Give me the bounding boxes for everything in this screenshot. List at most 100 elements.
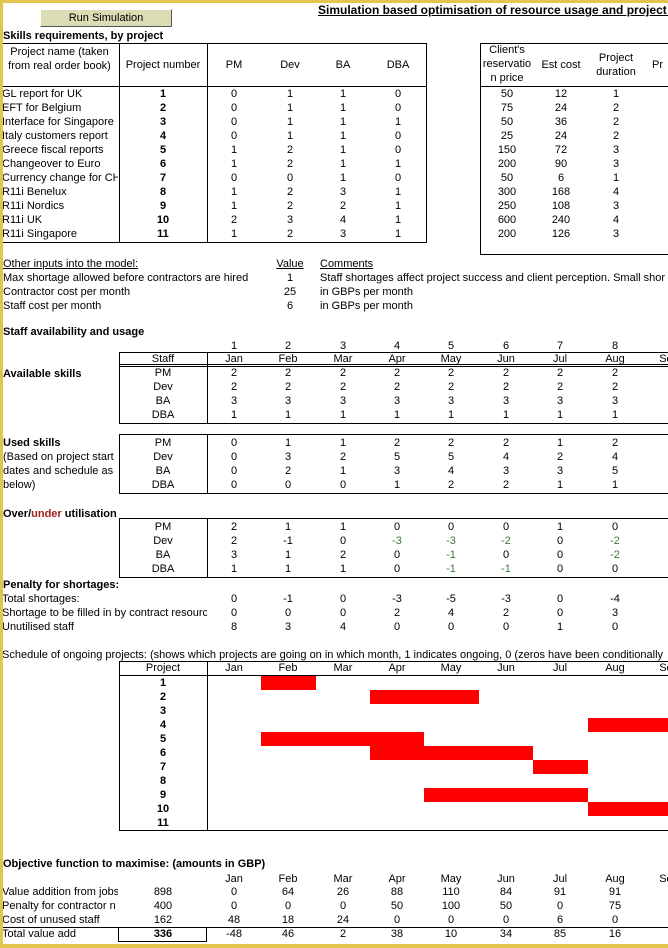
cell-value[interactable]: -1	[424, 562, 478, 576]
cell-value[interactable]: 3	[479, 464, 533, 478]
staff-type[interactable]: PM	[119, 520, 207, 534]
objective-value[interactable]: 110	[424, 885, 478, 899]
cell-value[interactable]: 1	[533, 520, 587, 534]
skill-ba[interactable]: 2	[318, 199, 368, 213]
cell-value[interactable]: 2	[588, 436, 642, 450]
objective-value[interactable]: 26	[316, 885, 370, 899]
cell-value[interactable]: -1	[424, 548, 478, 562]
staff-type[interactable]: BA	[119, 548, 207, 562]
project-duration[interactable]: 2	[588, 101, 644, 115]
cell-value[interactable]: 0	[207, 478, 261, 492]
cell-value[interactable]: 0	[533, 548, 587, 562]
cell-value[interactable]: 1	[588, 478, 642, 492]
staff-type[interactable]: BA	[119, 394, 207, 408]
objective-value[interactable]: 64	[261, 885, 315, 899]
cell-value[interactable]: 3	[261, 394, 315, 408]
project-name[interactable]: R11i Singapore	[2, 227, 118, 241]
est-cost[interactable]: 72	[534, 143, 588, 157]
skill-pm[interactable]: 2	[209, 213, 259, 227]
project-number[interactable]: 6	[119, 157, 207, 171]
project-number[interactable]: 3	[119, 115, 207, 129]
objective-value[interactable]: 18	[261, 913, 315, 927]
staff-type[interactable]: DBA	[119, 478, 207, 492]
objective-value[interactable]: 48	[207, 913, 261, 927]
cell-value[interactable]: 2	[479, 366, 533, 380]
reservation-price[interactable]: 150	[480, 143, 534, 157]
project-name[interactable]: EFT for Belgium	[2, 101, 118, 115]
project-duration[interactable]: 2	[588, 115, 644, 129]
objective-total[interactable]: 898	[119, 885, 207, 899]
schedule-project-number[interactable]: 2	[119, 690, 207, 704]
est-cost[interactable]: 24	[534, 101, 588, 115]
project-duration[interactable]: 1	[588, 171, 644, 185]
cell-value[interactable]: 2	[424, 436, 478, 450]
skill-pm[interactable]: 1	[209, 185, 259, 199]
skill-dev[interactable]: 2	[265, 227, 315, 241]
cell-value[interactable]: -1	[479, 562, 533, 576]
objective-value[interactable]: 0	[261, 899, 315, 913]
cell-value[interactable]: 0	[370, 548, 424, 562]
project-name[interactable]: R11i Benelux	[2, 185, 118, 199]
skill-dev[interactable]: 1	[265, 115, 315, 129]
staff-type[interactable]: BA	[119, 464, 207, 478]
skill-dba[interactable]: 1	[373, 157, 423, 171]
penalty-value[interactable]: 2	[479, 606, 533, 620]
cell-value[interactable]: 2	[424, 366, 478, 380]
cell-value[interactable]: 2	[533, 366, 587, 380]
schedule-project-number[interactable]: 3	[119, 704, 207, 718]
objective-value[interactable]: 50	[370, 899, 424, 913]
cell-value[interactable]: -1	[261, 534, 315, 548]
staff-type[interactable]: Dev	[119, 380, 207, 394]
project-number[interactable]: 1	[119, 87, 207, 101]
project-number[interactable]: 5	[119, 143, 207, 157]
cell-value[interactable]: 2	[533, 450, 587, 464]
objective-total[interactable]: 162	[119, 913, 207, 927]
month-number[interactable]: 8	[588, 339, 642, 353]
cell-value[interactable]: 4	[588, 450, 642, 464]
cell-value[interactable]: 2	[588, 380, 642, 394]
cell-value[interactable]: 0	[588, 562, 642, 576]
skill-dev[interactable]: 2	[265, 143, 315, 157]
objective-value[interactable]: 0	[588, 913, 642, 927]
staff-type[interactable]: PM	[119, 366, 207, 380]
month-number[interactable]: 4	[370, 339, 424, 353]
skill-dev[interactable]: 2	[265, 157, 315, 171]
input-comment[interactable]: in GBPs per month	[320, 285, 668, 299]
objective-value[interactable]: 16	[588, 927, 642, 941]
est-cost[interactable]: 36	[534, 115, 588, 129]
est-cost[interactable]: 240	[534, 213, 588, 227]
est-cost[interactable]: 126	[534, 227, 588, 241]
cell-value[interactable]: 1	[533, 478, 587, 492]
cell-value[interactable]: 3	[261, 450, 315, 464]
cell-value[interactable]: 2	[207, 520, 261, 534]
cell-value[interactable]: 1	[261, 548, 315, 562]
skill-pm[interactable]: 1	[209, 143, 259, 157]
reservation-price[interactable]: 25	[480, 129, 534, 143]
schedule-project-number[interactable]: 4	[119, 718, 207, 732]
skill-ba[interactable]: 1	[318, 143, 368, 157]
cell-value[interactable]: 4	[479, 450, 533, 464]
penalty-value[interactable]: 0	[588, 620, 642, 634]
skill-dba[interactable]: 0	[373, 101, 423, 115]
cell-value[interactable]: 4	[424, 464, 478, 478]
reservation-price[interactable]: 50	[480, 87, 534, 101]
cell-value[interactable]: 3	[207, 394, 261, 408]
skill-ba[interactable]: 1	[318, 101, 368, 115]
project-duration[interactable]: 3	[588, 199, 644, 213]
cell-value[interactable]: 1	[207, 562, 261, 576]
skill-dba[interactable]: 0	[373, 87, 423, 101]
skill-dba[interactable]: 1	[373, 199, 423, 213]
cell-value[interactable]: 2	[479, 380, 533, 394]
cell-value[interactable]: 2	[261, 380, 315, 394]
project-name[interactable]: Changeover to Euro	[2, 157, 118, 171]
cell-value[interactable]: 0	[533, 562, 587, 576]
reservation-price[interactable]: 200	[480, 157, 534, 171]
cell-value[interactable]: 3	[424, 394, 478, 408]
objective-value[interactable]: 85	[533, 927, 587, 941]
cell-value[interactable]: 1	[207, 408, 261, 422]
objective-total[interactable]: 400	[119, 899, 207, 913]
cell-value[interactable]: 5	[588, 464, 642, 478]
objective-value[interactable]: 0	[370, 913, 424, 927]
reservation-price[interactable]: 50	[480, 171, 534, 185]
project-number[interactable]: 9	[119, 199, 207, 213]
